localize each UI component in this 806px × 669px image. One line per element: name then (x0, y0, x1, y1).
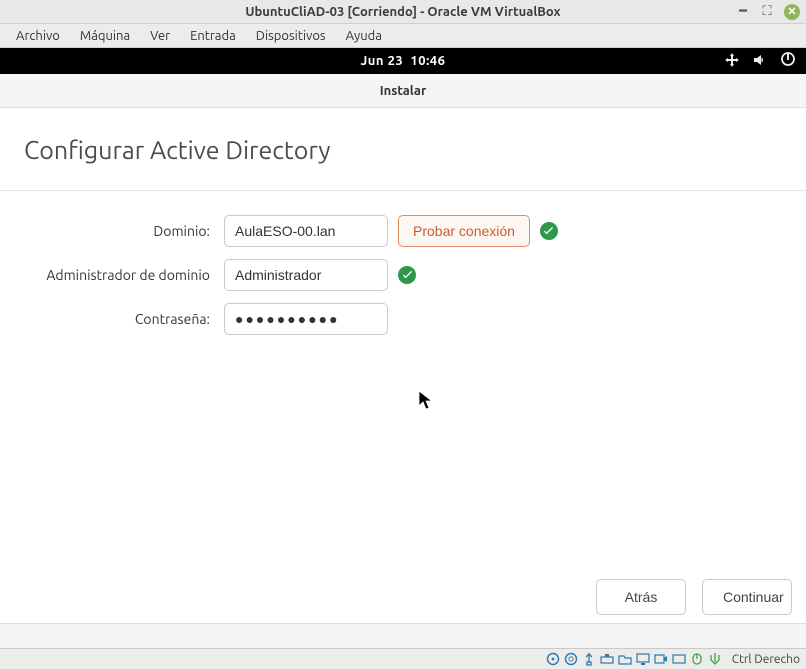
shared-folder-icon[interactable] (618, 652, 633, 667)
close-button[interactable]: ✕ (784, 4, 800, 20)
check-icon (540, 222, 558, 240)
installer-title: Instalar (380, 84, 427, 98)
usb-icon[interactable] (582, 652, 597, 667)
host-menubar: Archivo Máquina Ver Entrada Dispositivos… (0, 24, 806, 48)
network-adapter-icon[interactable] (600, 652, 615, 667)
host-window-title: UbuntuCliAD-03 [Corriendo] - Oracle VM V… (245, 5, 560, 19)
continue-button[interactable]: Continuar (702, 579, 792, 615)
installer-header: Instalar (0, 74, 806, 108)
admin-input[interactable] (224, 259, 388, 291)
domain-input[interactable] (224, 215, 388, 247)
label-domain: Dominio: (24, 223, 224, 239)
menu-archivo[interactable]: Archivo (6, 25, 70, 47)
menu-ayuda[interactable]: Ayuda (336, 25, 392, 47)
page-title: Configurar Active Directory (24, 136, 782, 164)
nav-buttons: Atrás Continuar (596, 579, 792, 615)
menu-maquina[interactable]: Máquina (70, 25, 140, 47)
menu-ver[interactable]: Ver (140, 25, 180, 47)
label-password: Contraseña: (24, 311, 224, 327)
status-area[interactable] (724, 52, 796, 71)
display-icon[interactable] (636, 652, 651, 667)
cd-icon[interactable] (564, 652, 579, 667)
keyboard-capture-icon[interactable] (708, 652, 723, 667)
guest-topbar: Jun 23 10:46 (0, 48, 806, 74)
host-key-label: Ctrl Derecho (732, 653, 800, 666)
host-window-controls: ━ ⛶ ✕ (736, 4, 800, 20)
clock[interactable]: Jun 23 10:46 (361, 54, 446, 68)
network-icon (724, 52, 740, 71)
menu-entrada[interactable]: Entrada (180, 25, 246, 47)
check-icon (398, 266, 416, 284)
recording-icon[interactable] (654, 652, 669, 667)
host-titlebar: UbuntuCliAD-03 [Corriendo] - Oracle VM V… (0, 0, 806, 24)
ad-form: Dominio: Probar conexión Administrador d… (24, 215, 782, 335)
divider (0, 190, 806, 191)
vbox-statusbar: Ctrl Derecho (0, 648, 806, 669)
test-connection-button[interactable]: Probar conexión (398, 215, 530, 247)
installer-main: Configurar Active Directory Dominio: Pro… (0, 108, 806, 624)
power-icon (780, 52, 796, 71)
maximize-button[interactable]: ⛶ (760, 5, 774, 19)
back-button[interactable]: Atrás (596, 579, 686, 615)
volume-icon (752, 52, 768, 71)
guest-additions-icon[interactable] (672, 652, 687, 667)
minimize-button[interactable]: ━ (736, 5, 750, 19)
label-admin: Administrador de dominio (24, 267, 224, 283)
hdd-icon[interactable] (546, 652, 561, 667)
password-input[interactable] (224, 303, 388, 335)
menu-dispositivos[interactable]: Dispositivos (246, 25, 336, 47)
mouse-integration-icon[interactable] (690, 652, 705, 667)
